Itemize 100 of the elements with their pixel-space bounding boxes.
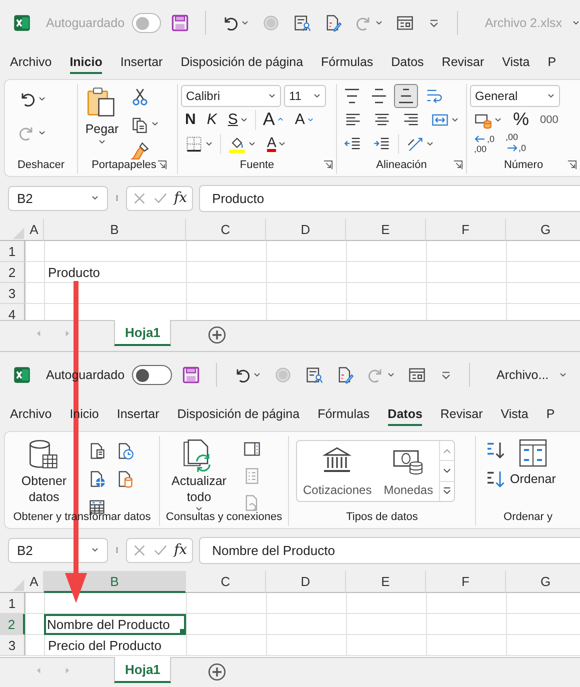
- font-color-button[interactable]: A: [263, 133, 290, 154]
- panel-icon: [243, 440, 261, 458]
- checkmark-icon: [153, 542, 168, 558]
- caret-icon: [386, 371, 395, 379]
- empty-cell[interactable]: [346, 593, 426, 614]
- column-header[interactable]: C: [186, 571, 266, 593]
- caret-icon: [494, 116, 502, 124]
- empty-cell[interactable]: [426, 614, 506, 635]
- add-sheet-icon: [208, 663, 226, 681]
- grow-font-button[interactable]: A: [258, 107, 288, 132]
- empty-cell[interactable]: [25, 635, 44, 656]
- ribbon-tab[interactable]: Datos: [378, 402, 432, 426]
- sheet-tab[interactable]: Hoja1: [114, 657, 172, 683]
- group-label: Fuente: [240, 159, 274, 171]
- table-cell[interactable]: Precio del Producto: [44, 635, 186, 656]
- italic-button[interactable]: K: [202, 109, 221, 130]
- underline-button[interactable]: S: [224, 109, 252, 130]
- paintbrush-icon: [131, 142, 149, 160]
- table-cell[interactable]: Nombre del Producto: [44, 614, 186, 635]
- row-header[interactable]: 2: [0, 614, 25, 635]
- ribbon-tab[interactable]: Fórmulas: [308, 402, 379, 426]
- empty-cell[interactable]: [346, 614, 426, 635]
- column-header[interactable]: B: [44, 571, 186, 593]
- save-icon: [182, 366, 200, 384]
- dialog-launcher-button[interactable]: [323, 160, 333, 170]
- get-data-button[interactable]: Obtener datos: [8, 436, 80, 508]
- caret-icon: [98, 138, 106, 146]
- document-clock-icon: [116, 442, 134, 460]
- caret-icon: [547, 92, 555, 100]
- ribbon-tab[interactable]: Insertar: [108, 402, 168, 426]
- shrink-font-button[interactable]: A: [290, 109, 318, 130]
- percent-button[interactable]: %: [509, 107, 534, 132]
- empty-cell[interactable]: [346, 635, 426, 656]
- more-icon: [442, 486, 452, 496]
- font-size-dropdown[interactable]: 11: [284, 84, 326, 106]
- increase-decimal-button[interactable]: ,0 ,00: [470, 132, 499, 155]
- column-header[interactable]: D: [266, 571, 346, 593]
- align-bottom-button[interactable]: [394, 84, 418, 108]
- column-header[interactable]: F: [426, 571, 506, 593]
- caret-icon: [268, 92, 276, 100]
- align-bottom-icon: [398, 88, 414, 104]
- empty-cell[interactable]: [266, 593, 346, 614]
- caret-icon: [558, 371, 567, 379]
- empty-cell[interactable]: [186, 614, 266, 635]
- data-type-button[interactable]: Monedas: [378, 441, 440, 501]
- dialog-launcher-button[interactable]: [157, 160, 167, 170]
- cancel-button[interactable]: [132, 542, 147, 558]
- ribbon-tab[interactable]: P: [537, 402, 564, 426]
- autosave-toggle[interactable]: [132, 365, 172, 385]
- number-format-dropdown[interactable]: General: [470, 84, 560, 106]
- caret-icon: [205, 140, 213, 148]
- borders-icon: [185, 134, 203, 152]
- sort-descending-icon: [485, 469, 505, 489]
- ribbon-tab[interactable]: Disposición de página: [168, 402, 309, 426]
- cancel-icon: [132, 542, 147, 558]
- caret-icon: [38, 95, 46, 103]
- caret-icon: [91, 546, 99, 554]
- ribbon-tab[interactable]: Vista: [492, 402, 538, 426]
- paste-button[interactable]: Pegar: [81, 84, 123, 148]
- document-database-icon: [116, 470, 134, 488]
- caret-icon: [278, 140, 286, 148]
- document-pen-icon: [324, 14, 342, 32]
- ribbon-tab[interactable]: Archivo: [1, 402, 61, 426]
- column-header[interactable]: A: [25, 571, 44, 593]
- empty-cell[interactable]: [25, 614, 44, 635]
- row-header[interactable]: 3: [0, 635, 25, 656]
- empty-cell[interactable]: [266, 614, 346, 635]
- font-dropdown[interactable]: Calibri: [181, 84, 281, 106]
- dialog-launcher-button[interactable]: [567, 160, 577, 170]
- bold-button[interactable]: N: [181, 109, 200, 130]
- empty-cell[interactable]: [186, 593, 266, 614]
- name-box[interactable]: B2: [8, 538, 108, 562]
- record-icon: [274, 366, 292, 384]
- data-type-button[interactable]: Cotizaciones: [297, 441, 378, 501]
- sort-button[interactable]: Ordenar: [509, 436, 557, 488]
- thousands-button[interactable]: 000: [536, 112, 562, 128]
- decrease-caret-icon: [306, 116, 314, 123]
- empty-cell[interactable]: [426, 635, 506, 656]
- empty-cell[interactable]: [186, 635, 266, 656]
- empty-cell[interactable]: [506, 593, 580, 614]
- cancel-icon: [132, 190, 147, 206]
- dialog-launcher-button[interactable]: [453, 160, 463, 170]
- column-header[interactable]: G: [506, 571, 580, 593]
- empty-cell[interactable]: [266, 635, 346, 656]
- formula-field[interactable]: Nombre del Producto: [199, 536, 580, 564]
- insert-function-button[interactable]: fx: [174, 542, 188, 558]
- file-name-button[interactable]: Archivo...: [496, 368, 567, 382]
- row-header[interactable]: 1: [0, 593, 25, 614]
- form-person-icon: [293, 14, 312, 32]
- empty-cell[interactable]: [506, 614, 580, 635]
- caret-icon: [195, 505, 203, 514]
- caret-icon: [248, 140, 256, 148]
- caret-icon: [426, 140, 434, 148]
- layout-icon: [408, 366, 426, 384]
- empty-cell[interactable]: [506, 635, 580, 656]
- decrease-decimal-button[interactable]: ,00 ,0: [502, 132, 530, 155]
- ribbon-tab[interactable]: Revisar: [431, 402, 492, 426]
- column-header[interactable]: E: [346, 571, 426, 593]
- enter-button[interactable]: [153, 542, 168, 558]
- empty-cell[interactable]: [426, 593, 506, 614]
